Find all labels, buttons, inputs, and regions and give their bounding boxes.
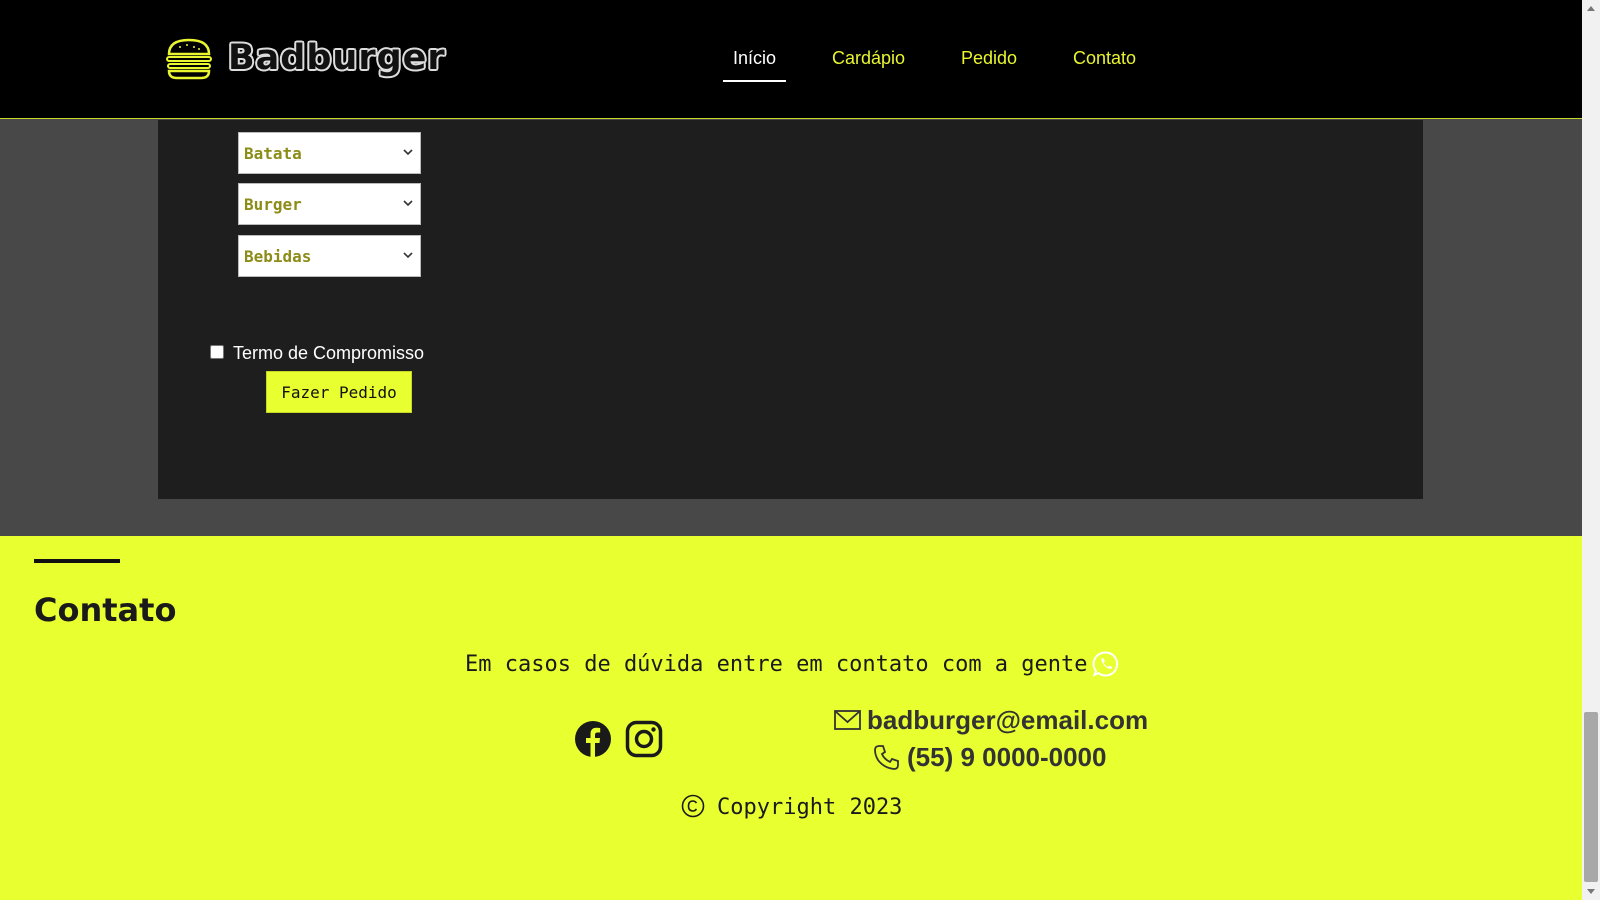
contact-footer: Contato Em casos de dúvida entre em cont… <box>0 536 1582 900</box>
contact-phone[interactable]: (55) 9 0000-0000 <box>907 742 1106 773</box>
order-form-panel <box>158 120 1423 499</box>
scrollbar-thumb[interactable] <box>1584 712 1598 882</box>
scroll-down-arrow-icon[interactable] <box>1586 888 1596 896</box>
chevron-down-icon <box>403 252 413 259</box>
phone-icon <box>874 745 899 770</box>
batata-select-value: Batata <box>244 144 302 163</box>
brand-name[interactable]: Badburger <box>228 38 446 78</box>
title-accent-bar <box>34 559 120 563</box>
submit-order-button[interactable]: Fazer Pedido <box>266 371 412 413</box>
burger-select-value: Burger <box>244 195 302 214</box>
scroll-up-arrow-icon[interactable] <box>1586 4 1596 12</box>
mail-icon <box>834 710 861 730</box>
page-scrollbar[interactable] <box>1582 0 1600 900</box>
whatsapp-icon[interactable] <box>1092 650 1120 678</box>
terms-label[interactable]: Termo de Compromisso <box>233 343 424 364</box>
bebidas-select-value: Bebidas <box>244 247 312 266</box>
copyright-text: Copyright 2023 <box>717 795 903 820</box>
nav-item-cardapio[interactable]: Cardápio <box>832 48 905 69</box>
facebook-icon[interactable] <box>574 720 612 758</box>
help-text: Em casos de dúvida entre em contato com … <box>465 652 1088 677</box>
site-header: Badburger Início Cardápio Pedido Contato <box>0 0 1582 119</box>
contact-email[interactable]: badburger@email.com <box>867 705 1148 736</box>
instagram-icon[interactable] <box>625 720 663 758</box>
nav-item-contato[interactable]: Contato <box>1073 48 1136 69</box>
burger-icon[interactable] <box>165 38 213 80</box>
nav-active-indicator <box>723 80 786 82</box>
terms-checkbox[interactable] <box>210 345 224 359</box>
chevron-down-icon <box>403 149 413 156</box>
nav-item-inicio[interactable]: Início <box>733 48 776 69</box>
chevron-down-icon <box>403 200 413 207</box>
bebidas-select[interactable]: Bebidas <box>238 235 421 277</box>
batata-select[interactable]: Batata <box>238 132 421 174</box>
footer-title: Contato <box>34 591 177 629</box>
nav-item-pedido[interactable]: Pedido <box>961 48 1017 69</box>
copyright-icon <box>681 794 705 818</box>
burger-select[interactable]: Burger <box>238 183 421 225</box>
